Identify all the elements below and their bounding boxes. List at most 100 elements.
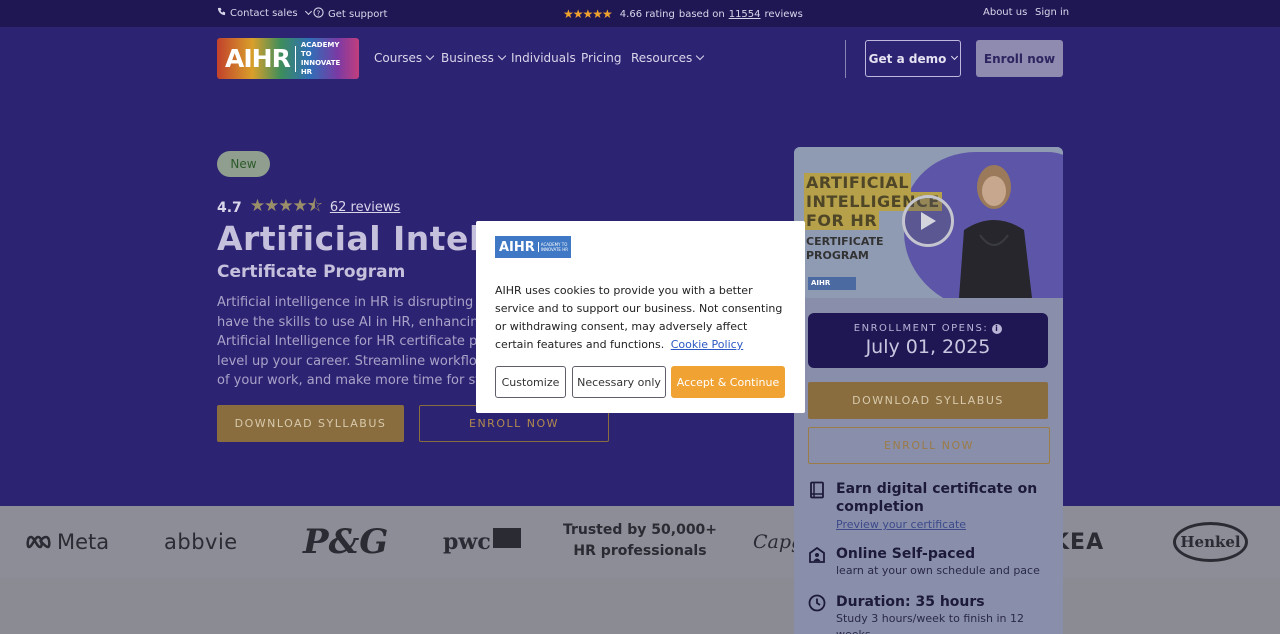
chevron-down-icon [425, 51, 435, 61]
chevron-down-icon [696, 51, 705, 61]
enrollment-date: July 01, 2025 [865, 336, 991, 358]
nav-divider [845, 40, 846, 78]
top-bar: Contact sales ? Get support ★★★★★ 4.66 r… [0, 0, 1280, 27]
chevron-down-icon [304, 7, 312, 15]
thumbnail-subtitle-line: CERTIFICATE [806, 235, 884, 248]
course-rating-value: 4.7 [217, 199, 242, 216]
enrollment-box: ENROLLMENT OPENS: i July 01, 2025 [808, 313, 1048, 368]
sign-in-link[interactable]: Sign in [1035, 7, 1069, 18]
course-card: ARTIFICIAL INTELLIGENCE FOR HR CERTIFICA… [794, 147, 1063, 634]
card-enroll-now-button[interactable]: ENROLL NOW [808, 427, 1050, 464]
thumbnail-title-line: ARTIFICIAL [804, 173, 912, 192]
logo-text: AIHR [225, 44, 291, 73]
site-rating: ★★★★★ 4.66 rating based on 11554 reviews [563, 7, 803, 21]
get-demo-label: Get a demo [868, 51, 947, 66]
henkel-logo-oval: Henkel [1173, 522, 1248, 562]
trusted-line-1: Trusted by 50,000+ [562, 522, 718, 538]
enroll-now-nav-button[interactable]: Enroll now [976, 40, 1063, 77]
preview-certificate-link[interactable]: Preview your certificate [836, 517, 1053, 533]
course-video-thumbnail[interactable]: ARTIFICIAL INTELLIGENCE FOR HR CERTIFICA… [794, 147, 1063, 298]
henkel-logo: Henkel [1173, 506, 1248, 578]
book-icon [810, 481, 824, 499]
reviews-word: reviews [764, 8, 803, 20]
nav-courses-label: Courses [374, 51, 423, 65]
info-icon[interactable]: i [992, 323, 1003, 334]
customize-button[interactable]: Customize [495, 366, 566, 398]
review-count-link[interactable]: 11554 [729, 9, 761, 20]
chevron-down-icon [951, 52, 959, 61]
feature-certificate: Earn digital certificate on completion P… [808, 480, 1053, 533]
cookie-consent-dialog: AIHR ACADEMY TO INNOVATE HR AIHR uses co… [476, 221, 805, 413]
thumbnail-logo: AIHR [808, 277, 856, 290]
card-download-syllabus-button[interactable]: DOWNLOAD SYLLABUS [808, 382, 1048, 419]
nav-pricing[interactable]: Pricing [581, 51, 621, 65]
nav-business[interactable]: Business [441, 51, 507, 65]
rating-stars-icon: ★★★★★ [563, 7, 613, 21]
course-rating: 4.7 ★★★★⯪ 62 reviews [217, 193, 400, 222]
logo-subtitle: ACADEMY TO INNOVATE HR [300, 40, 341, 76]
cookie-logo-text: AIHR [499, 239, 535, 255]
cookie-message: AIHR uses cookies to provide you with a … [495, 282, 787, 354]
enrollment-label: ENROLLMENT OPENS: [853, 323, 989, 334]
description-line: Artificial intelligence in HR is disrupt… [217, 295, 525, 310]
nav-resources-label: Resources [631, 51, 693, 65]
cookie-logo-subtitle: ACADEMY TO INNOVATE HR [537, 242, 571, 252]
nav-business-label: Business [441, 51, 494, 65]
phone-icon [217, 7, 226, 19]
description-line: level up your career. Streamline workflo… [217, 353, 519, 369]
trusted-by-text: Trusted by 50,000+ HR professionals [560, 520, 720, 562]
nav-courses[interactable]: Courses [374, 51, 435, 65]
nav-pricing-label: Pricing [581, 51, 622, 65]
feature-duration: Duration: 35 hours Study 3 hours/week to… [808, 593, 1053, 634]
online-course-icon [809, 546, 825, 563]
cookie-dialog-logo: AIHR ACADEMY TO INNOVATE HR [495, 236, 571, 258]
new-badge: New [217, 151, 270, 177]
pwc-logo: pwc [443, 506, 521, 578]
henkel-logo-text: Henkel [1180, 533, 1241, 551]
get-support-link[interactable]: ? Get support [313, 7, 387, 21]
pwc-mark-icon [492, 528, 521, 548]
enrollment-label-row: ENROLLMENT OPENS: i [808, 323, 1048, 334]
aihr-logo[interactable]: AIHR ACADEMY TO INNOVATE HR [217, 38, 359, 79]
feature-self-paced: Online Self-paced learn at your own sche… [808, 545, 1053, 579]
description-line: of your work, and make more time for str… [217, 373, 519, 388]
get-support-label: Get support [328, 8, 388, 20]
svg-text:?: ? [317, 8, 321, 17]
feature-subtitle: Study 3 hours/week to finish in 12 weeks [836, 612, 1024, 634]
instructor-image [959, 165, 1032, 298]
thumbnail-title-line: FOR HR [804, 211, 880, 230]
description-line: have the skills to use AI in HR, enhanci… [217, 314, 523, 330]
thumbnail-subtitle: CERTIFICATE PROGRAM [806, 235, 884, 263]
get-demo-button[interactable]: Get a demo [865, 40, 961, 77]
feature-title: Earn digital certificate on completion [836, 481, 1038, 515]
site-rating-value: 4.66 rating [619, 8, 675, 20]
chevron-down-icon [497, 51, 507, 61]
nav-resources[interactable]: Resources [631, 51, 705, 65]
course-subtitle: Certificate Program [217, 262, 406, 282]
pg-logo: P&G [303, 522, 389, 562]
help-circle-icon: ? [313, 7, 324, 21]
trusted-line-2: HR professionals [573, 543, 707, 559]
contact-sales-link[interactable]: Contact sales [217, 7, 312, 19]
thumbnail-subtitle-line: PROGRAM [806, 249, 869, 262]
logo-divider [294, 45, 296, 72]
download-syllabus-button[interactable]: DOWNLOAD SYLLABUS [217, 405, 404, 442]
contact-sales-label: Contact sales [230, 7, 298, 19]
meta-logo-text: Meta [57, 530, 110, 554]
play-icon[interactable] [902, 195, 954, 247]
nav-individuals-label: Individuals [511, 51, 576, 65]
accept-continue-button[interactable]: Accept & Continue [671, 366, 785, 398]
about-us-link[interactable]: About us [983, 7, 1027, 18]
reviews-link[interactable]: 62 reviews [330, 200, 400, 215]
necessary-only-button[interactable]: Necessary only [572, 366, 666, 398]
page-bottom-area [0, 578, 1280, 634]
abbvie-logo: abbvie [164, 530, 238, 554]
cookie-policy-link[interactable]: Cookie Policy [671, 338, 743, 351]
feature-title: Online Self-paced [836, 546, 976, 562]
rating-stars-icon: ★★★★⯪ [249, 196, 323, 216]
pwc-logo-text: pwc [443, 529, 491, 555]
feature-subtitle: learn at your own schedule and pace [836, 564, 1040, 577]
meta-logo: Meta [26, 506, 109, 578]
nav-individuals[interactable]: Individuals [511, 51, 576, 65]
based-on-text: based on [678, 8, 725, 20]
